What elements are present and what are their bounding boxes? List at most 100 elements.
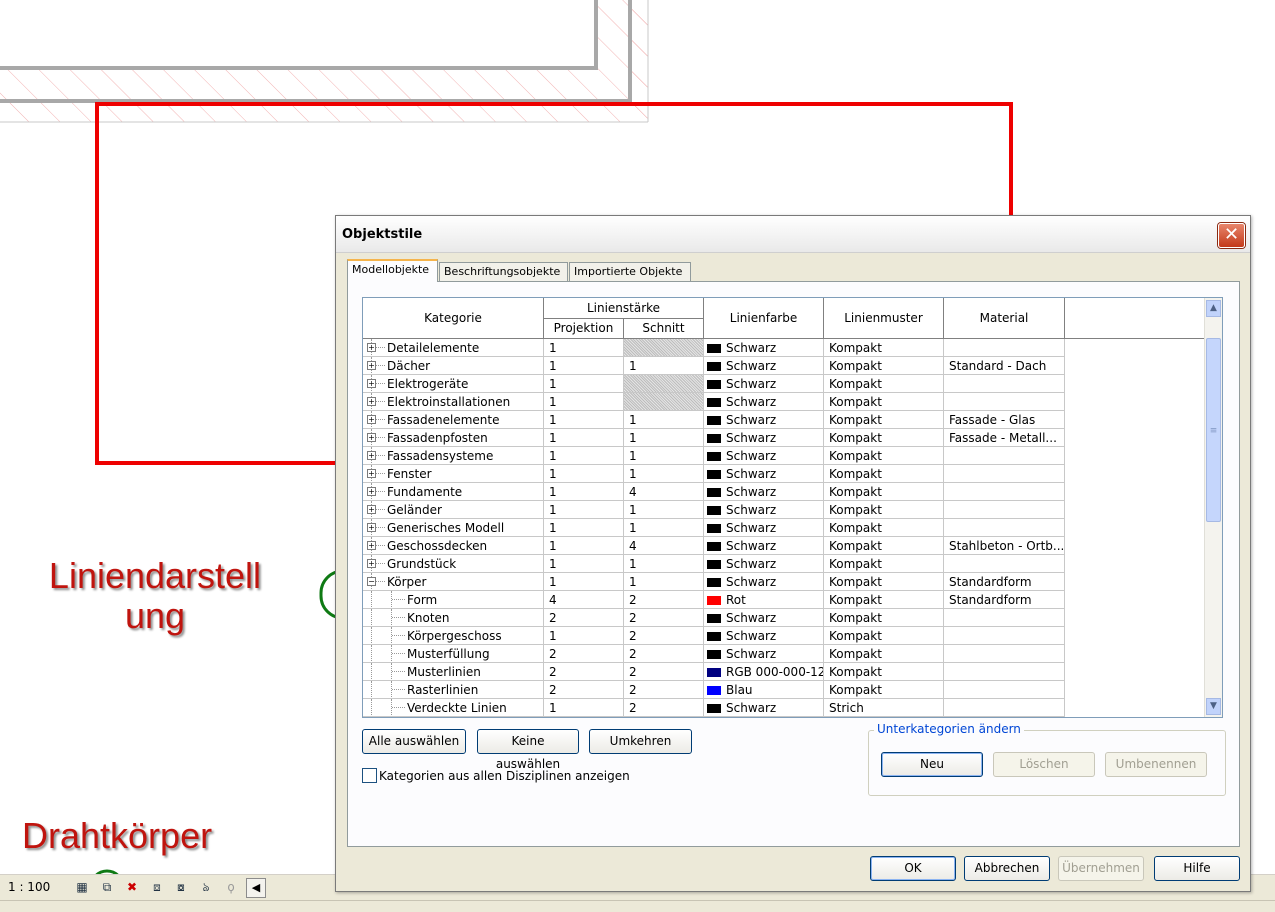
line-pattern-cell[interactable]: Kompakt — [824, 555, 944, 573]
crop-region-icon[interactable]: ⧈ — [149, 879, 165, 895]
category-cell[interactable]: + Fassadenpfosten — [363, 429, 544, 447]
material-cell[interactable] — [944, 555, 1065, 573]
table-row[interactable]: Verdeckte Linien 1 2 Schwarz Strich — [363, 699, 1065, 717]
material-cell[interactable]: Fassade - Metall... — [944, 429, 1065, 447]
expand-icon[interactable]: + — [367, 361, 376, 370]
header-linienfarbe[interactable]: Linienfarbe — [704, 298, 824, 339]
expand-icon[interactable]: + — [367, 505, 376, 514]
category-cell[interactable]: + Dächer — [363, 357, 544, 375]
category-cell[interactable]: Körpergeschoss — [363, 627, 544, 645]
projection-weight-cell[interactable]: 1 — [544, 573, 624, 591]
material-cell[interactable] — [944, 645, 1065, 663]
grid-vertical-scrollbar[interactable]: ▲ ≡ ▼ — [1204, 298, 1222, 717]
new-subcategory-button[interactable]: Neu — [881, 752, 983, 777]
temporary-hide-icon[interactable]: ঌ — [198, 879, 214, 895]
expand-icon[interactable]: + — [367, 433, 376, 442]
table-row[interactable]: + Detailelemente 1 Schwarz Kompakt — [363, 339, 1065, 357]
rename-subcategory-button[interactable]: Umbenennen — [1105, 752, 1207, 777]
projection-weight-cell[interactable]: 1 — [544, 483, 624, 501]
table-row[interactable]: + Dächer 1 1 Schwarz Kompakt Standard - Dach — [363, 357, 1065, 375]
select-all-button[interactable]: Alle auswählen — [362, 729, 466, 754]
table-row[interactable]: + Fassadensysteme 1 1 Schwarz Kompakt — [363, 447, 1065, 465]
category-cell[interactable]: Musterlinien — [363, 663, 544, 681]
material-cell[interactable] — [944, 519, 1065, 537]
line-pattern-cell[interactable]: Kompakt — [824, 573, 944, 591]
cut-weight-cell[interactable]: 1 — [624, 465, 704, 483]
line-pattern-cell[interactable]: Kompakt — [824, 393, 944, 411]
line-pattern-cell[interactable]: Kompakt — [824, 591, 944, 609]
category-cell[interactable]: + Geländer — [363, 501, 544, 519]
line-pattern-cell[interactable]: Kompakt — [824, 627, 944, 645]
line-color-cell[interactable]: Rot — [704, 591, 824, 609]
line-color-cell[interactable]: RGB 000-000-12 — [704, 663, 824, 681]
close-button[interactable]: ✕ — [1218, 223, 1245, 248]
detail-level-icon[interactable]: ▦ — [74, 879, 90, 895]
material-cell[interactable] — [944, 447, 1065, 465]
expand-icon[interactable]: + — [367, 559, 376, 568]
cut-weight-cell[interactable]: 1 — [624, 501, 704, 519]
category-cell[interactable]: + Elektroinstallationen — [363, 393, 544, 411]
material-cell[interactable] — [944, 681, 1065, 699]
line-color-cell[interactable]: Schwarz — [704, 627, 824, 645]
cut-weight-cell[interactable]: 2 — [624, 645, 704, 663]
projection-weight-cell[interactable]: 1 — [544, 393, 624, 411]
line-pattern-cell[interactable]: Kompakt — [824, 663, 944, 681]
ok-button[interactable]: OK — [870, 856, 956, 881]
table-row[interactable]: + Grundstück 1 1 Schwarz Kompakt — [363, 555, 1065, 573]
reveal-elements-icon[interactable]: ϙ — [223, 879, 239, 895]
scale-indicator[interactable]: 1 : 100 — [8, 880, 50, 894]
projection-weight-cell[interactable]: 2 — [544, 681, 624, 699]
projection-weight-cell[interactable]: 1 — [544, 537, 624, 555]
cut-weight-cell[interactable]: 4 — [624, 483, 704, 501]
category-cell[interactable]: + Fassadensysteme — [363, 447, 544, 465]
line-pattern-cell[interactable]: Kompakt — [824, 429, 944, 447]
table-row[interactable]: + Geschossdecken 1 4 Schwarz Kompakt Stahlbeto… — [363, 537, 1065, 555]
line-color-cell[interactable]: Schwarz — [704, 519, 824, 537]
category-cell[interactable]: Musterfüllung — [363, 645, 544, 663]
material-cell[interactable] — [944, 627, 1065, 645]
table-row[interactable]: + Fassadenpfosten 1 1 Schwarz Kompakt Fassade … — [363, 429, 1065, 447]
cut-weight-cell[interactable]: 2 — [624, 663, 704, 681]
material-cell[interactable]: Standard - Dach — [944, 357, 1065, 375]
category-cell[interactable]: + Generisches Modell — [363, 519, 544, 537]
line-pattern-cell[interactable]: Strich — [824, 699, 944, 717]
header-kategorie[interactable]: Kategorie — [363, 298, 544, 339]
cut-weight-cell[interactable]: 1 — [624, 429, 704, 447]
shadows-off-icon[interactable]: ✖ — [124, 879, 140, 895]
cut-weight-cell[interactable]: 1 — [624, 357, 704, 375]
show-crop-icon[interactable]: ⧇ — [173, 879, 189, 895]
material-cell[interactable] — [944, 375, 1065, 393]
line-pattern-cell[interactable]: Kompakt — [824, 411, 944, 429]
line-pattern-cell[interactable]: Kompakt — [824, 681, 944, 699]
cut-weight-cell[interactable] — [624, 375, 704, 393]
table-row[interactable]: + Elektroinstallationen 1 Schwarz Kompakt — [363, 393, 1065, 411]
expand-icon[interactable]: + — [367, 397, 376, 406]
table-row[interactable]: + Geländer 1 1 Schwarz Kompakt — [363, 501, 1065, 519]
cancel-button[interactable]: Abbrechen — [964, 856, 1050, 881]
projection-weight-cell[interactable]: 1 — [544, 357, 624, 375]
table-row[interactable]: Knoten 2 2 Schwarz Kompakt — [363, 609, 1065, 627]
dialog-titlebar[interactable]: Objektstile ✕ — [336, 216, 1250, 253]
line-color-cell[interactable]: Schwarz — [704, 357, 824, 375]
show-all-disciplines-checkbox[interactable] — [362, 768, 377, 783]
material-cell[interactable] — [944, 501, 1065, 519]
header-projektion[interactable]: Projektion — [544, 319, 624, 339]
material-cell[interactable] — [944, 339, 1065, 357]
projection-weight-cell[interactable]: 1 — [544, 699, 624, 717]
material-cell[interactable] — [944, 699, 1065, 717]
material-cell[interactable] — [944, 393, 1065, 411]
table-row[interactable]: + Generisches Modell 1 1 Schwarz Kompakt — [363, 519, 1065, 537]
material-cell[interactable] — [944, 609, 1065, 627]
projection-weight-cell[interactable]: 1 — [544, 447, 624, 465]
category-cell[interactable]: Form — [363, 591, 544, 609]
line-pattern-cell[interactable]: Kompakt — [824, 339, 944, 357]
expand-icon[interactable]: + — [367, 415, 376, 424]
projection-weight-cell[interactable]: 1 — [544, 465, 624, 483]
table-row[interactable]: + Fassadenelemente 1 1 Schwarz Kompakt Fassade… — [363, 411, 1065, 429]
projection-weight-cell[interactable]: 4 — [544, 591, 624, 609]
scroll-down-icon[interactable]: ▼ — [1206, 698, 1221, 715]
invert-button[interactable]: Umkehren — [589, 729, 692, 754]
projection-weight-cell[interactable]: 1 — [544, 429, 624, 447]
cut-weight-cell[interactable]: 2 — [624, 627, 704, 645]
line-color-cell[interactable]: Schwarz — [704, 573, 824, 591]
